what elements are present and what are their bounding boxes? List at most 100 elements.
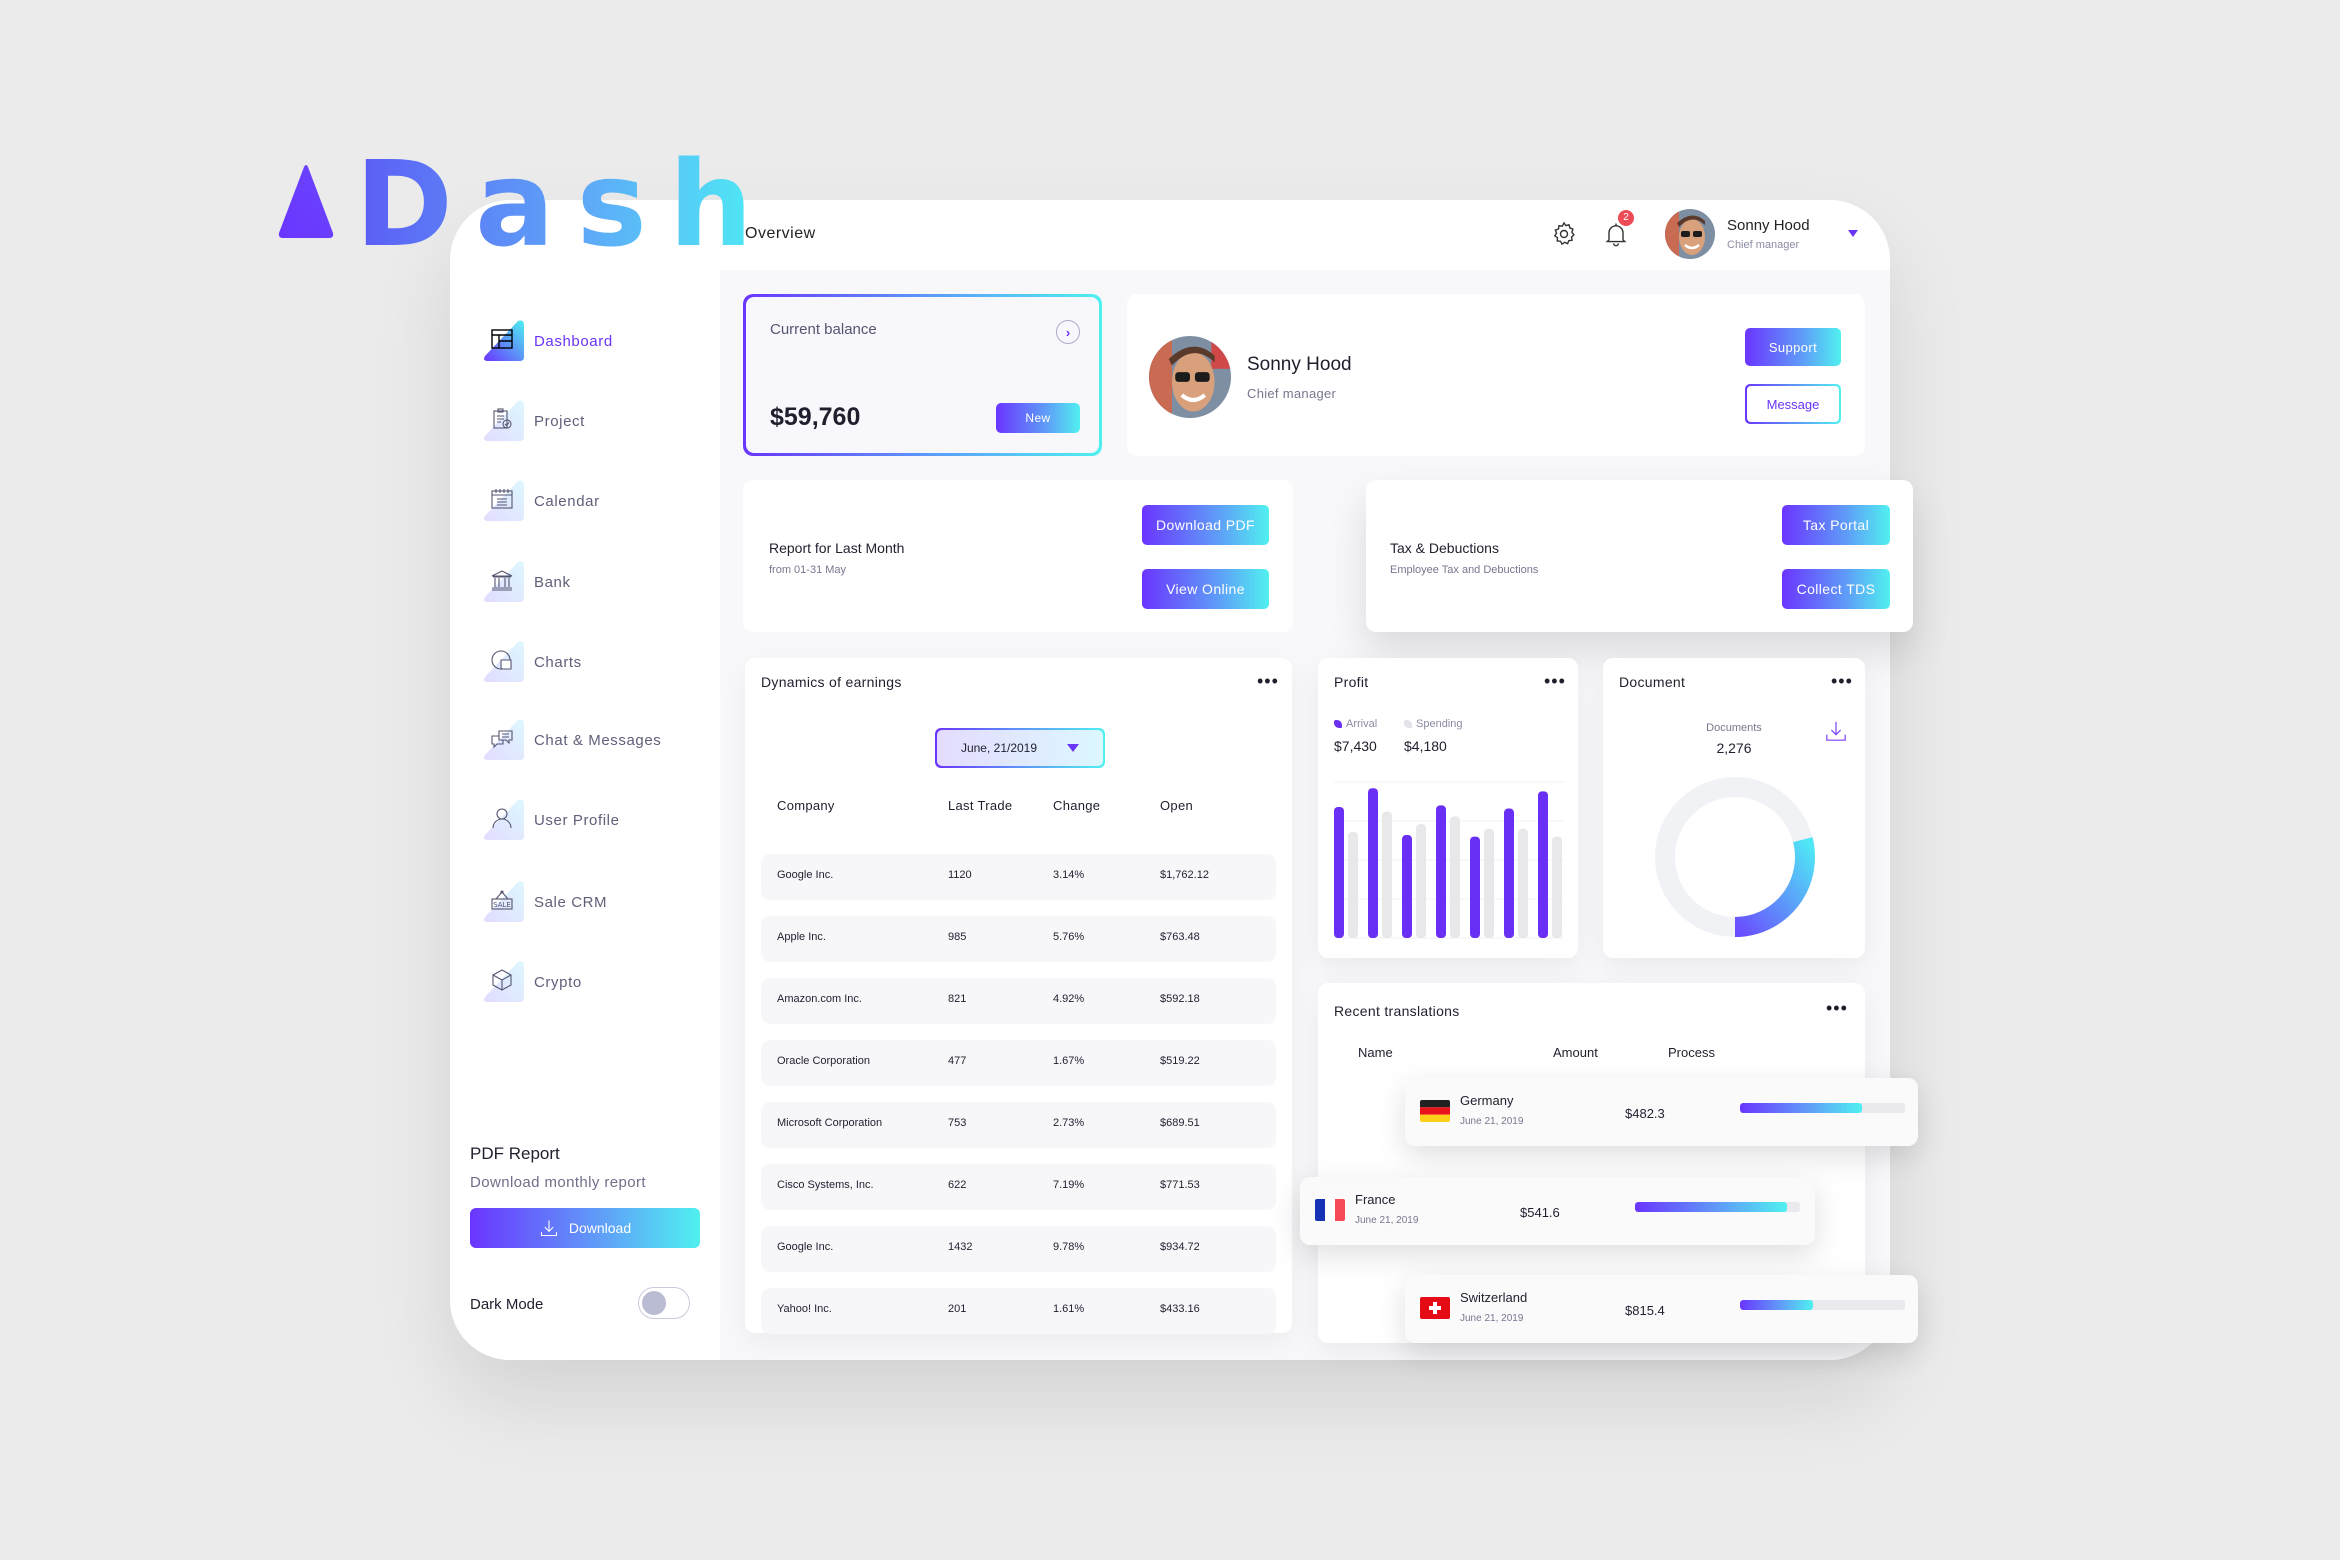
download-report-button[interactable]: Download	[470, 1208, 700, 1248]
bar-arrival-4	[1436, 805, 1446, 938]
bank-icon	[491, 570, 513, 591]
more-options-icon[interactable]: •••	[1257, 672, 1279, 690]
bar-arrival-1	[1334, 806, 1344, 938]
bar-arrival-5	[1470, 836, 1480, 938]
open-cell: $689.51	[1160, 1117, 1200, 1129]
table-row[interactable]: Oracle Corporation 477 1.67% $519.22	[761, 1040, 1276, 1086]
chevron-right-icon[interactable]: ›	[1056, 320, 1080, 344]
download-icon[interactable]	[1825, 720, 1847, 742]
table-row[interactable]: Amazon.com Inc. 821 4.92% $592.18	[761, 978, 1276, 1024]
document-title: Document	[1619, 674, 1686, 690]
sidebar-item-label: Crypto	[534, 973, 582, 991]
transaction-date: June 21, 2019	[1460, 1313, 1524, 1324]
open-cell: $519.22	[1160, 1055, 1200, 1067]
transaction-country: Switzerland	[1460, 1290, 1528, 1305]
column-header-open: Open	[1160, 798, 1194, 813]
sidebar-item-dashboard[interactable]: Dashboard	[482, 316, 702, 366]
company-cell: Google Inc.	[777, 1241, 834, 1253]
table-row[interactable]: Apple Inc. 985 5.76% $763.48	[761, 916, 1276, 962]
progress-fill	[1740, 1103, 1863, 1113]
header-avatar[interactable]	[1665, 209, 1715, 259]
bar-arrival-7	[1538, 791, 1548, 938]
last-trade-cell: 201	[948, 1303, 967, 1315]
pie-chart-icon	[491, 650, 512, 670]
legend-swatch	[1404, 720, 1412, 728]
report-title: Report for Last Month	[769, 540, 905, 556]
more-options-icon[interactable]: •••	[1544, 672, 1566, 690]
sidebar-item-project[interactable]: Project	[482, 396, 702, 446]
report-subtitle: from 01-31 May	[769, 564, 847, 576]
document-card: Document ••• Documents 2,276	[1603, 658, 1865, 958]
sidebar-item-label: Chat & Messages	[534, 731, 662, 749]
open-cell: $592.18	[1160, 993, 1200, 1005]
new-button[interactable]: New	[996, 403, 1080, 433]
dark-mode-toggle[interactable]	[638, 1287, 690, 1319]
company-cell: Apple Inc.	[777, 931, 826, 943]
open-cell: $763.48	[1160, 931, 1200, 943]
last-trade-cell: 1432	[948, 1241, 973, 1253]
company-cell: Oracle Corporation	[777, 1055, 870, 1067]
transaction-country: France	[1355, 1192, 1396, 1207]
documents-donut-chart	[1655, 777, 1815, 937]
collect-tds-button[interactable]: Collect TDS	[1782, 569, 1890, 609]
sidebar-item-charts[interactable]: Charts	[482, 637, 702, 687]
bar-arrival-6	[1504, 808, 1514, 938]
profile-role: Chief manager	[1247, 386, 1337, 401]
date-dropdown-value: June, 21/2019	[960, 741, 1038, 755]
open-cell: $433.16	[1160, 1303, 1200, 1315]
balance-label: Current balance	[770, 321, 877, 338]
user-menu-chevron-down-icon[interactable]	[1848, 230, 1858, 237]
spending-value: $4,180	[1404, 738, 1447, 754]
current-balance-card: Current balance › $59,760 New	[743, 294, 1102, 456]
sidebar-item-sale-crm[interactable]: SALE Sale CRM	[482, 877, 702, 927]
download-pdf-button[interactable]: Download PDF	[1142, 505, 1269, 545]
transaction-progress	[1740, 1103, 1905, 1113]
bar-spending-6	[1518, 828, 1528, 938]
company-cell: Google Inc.	[777, 869, 834, 881]
date-dropdown[interactable]: June, 21/2019	[935, 728, 1105, 768]
transaction-row[interactable]: Switzerland June 21, 2019 $815.4	[1405, 1275, 1918, 1343]
message-button[interactable]: Message	[1745, 384, 1841, 424]
switzerland-flag-icon	[1420, 1297, 1450, 1319]
sidebar-item-calendar[interactable]: Calendar	[482, 476, 702, 526]
change-cell: 4.92%	[1053, 993, 1085, 1005]
sidebar-item-label: Dashboard	[534, 332, 613, 350]
column-header-change: Change	[1053, 798, 1101, 813]
earnings-card: Dynamics of earnings ••• June, 21/2019 C…	[745, 658, 1292, 1334]
table-row[interactable]: Google Inc. 1120 3.14% $1,762.12	[761, 854, 1276, 900]
clipboard-check-icon	[493, 408, 512, 429]
sidebar-item-label: Charts	[534, 653, 582, 671]
brand-logo-text: Dash	[355, 135, 775, 273]
table-row[interactable]: Google Inc. 1432 9.78% $934.72	[761, 1226, 1276, 1272]
transaction-row[interactable]: Germany June 21, 2019 $482.3	[1405, 1078, 1918, 1146]
table-row[interactable]: Cisco Systems, Inc. 622 7.19% $771.53	[761, 1164, 1276, 1210]
sidebar-item-chat-messages[interactable]: Chat & Messages	[482, 715, 702, 765]
legend-label: Arrival	[1346, 718, 1378, 730]
tax-portal-button[interactable]: Tax Portal	[1782, 505, 1890, 545]
profile-card: Sonny Hood Chief manager Support Message	[1127, 294, 1865, 456]
change-cell: 1.61%	[1053, 1303, 1085, 1315]
table-row[interactable]: Microsoft Corporation 753 2.73% $689.51	[761, 1102, 1276, 1148]
company-cell: Cisco Systems, Inc.	[777, 1179, 874, 1191]
settings-gear-icon[interactable]	[1550, 220, 1578, 248]
cube-icon	[492, 969, 512, 991]
table-row[interactable]: Yahoo! Inc. 201 1.61% $433.16	[761, 1288, 1276, 1334]
sidebar-item-user-profile[interactable]: User Profile	[482, 795, 702, 845]
profile-name: Sonny Hood	[1247, 354, 1352, 375]
sidebar-item-label: Project	[534, 412, 585, 430]
view-online-button[interactable]: View Online	[1142, 569, 1269, 609]
tax-title: Tax & Debuctions	[1390, 540, 1499, 556]
sidebar-item-crypto[interactable]: Crypto	[482, 957, 702, 1007]
last-trade-cell: 1120	[948, 869, 972, 881]
open-cell: $1,762.12	[1160, 869, 1209, 881]
transaction-row[interactable]: France June 21, 2019 $541.6	[1300, 1177, 1815, 1245]
support-button[interactable]: Support	[1745, 328, 1841, 366]
column-header-amount: Amount	[1553, 1045, 1598, 1060]
last-trade-cell: 753	[948, 1117, 967, 1129]
recent-title: Recent translations	[1334, 1003, 1460, 1019]
last-trade-cell: 622	[948, 1179, 967, 1191]
more-options-icon[interactable]: •••	[1826, 999, 1848, 1017]
sidebar-item-label: Calendar	[534, 492, 600, 510]
more-options-icon[interactable]: •••	[1831, 672, 1853, 690]
sidebar-item-bank[interactable]: Bank	[482, 557, 702, 607]
